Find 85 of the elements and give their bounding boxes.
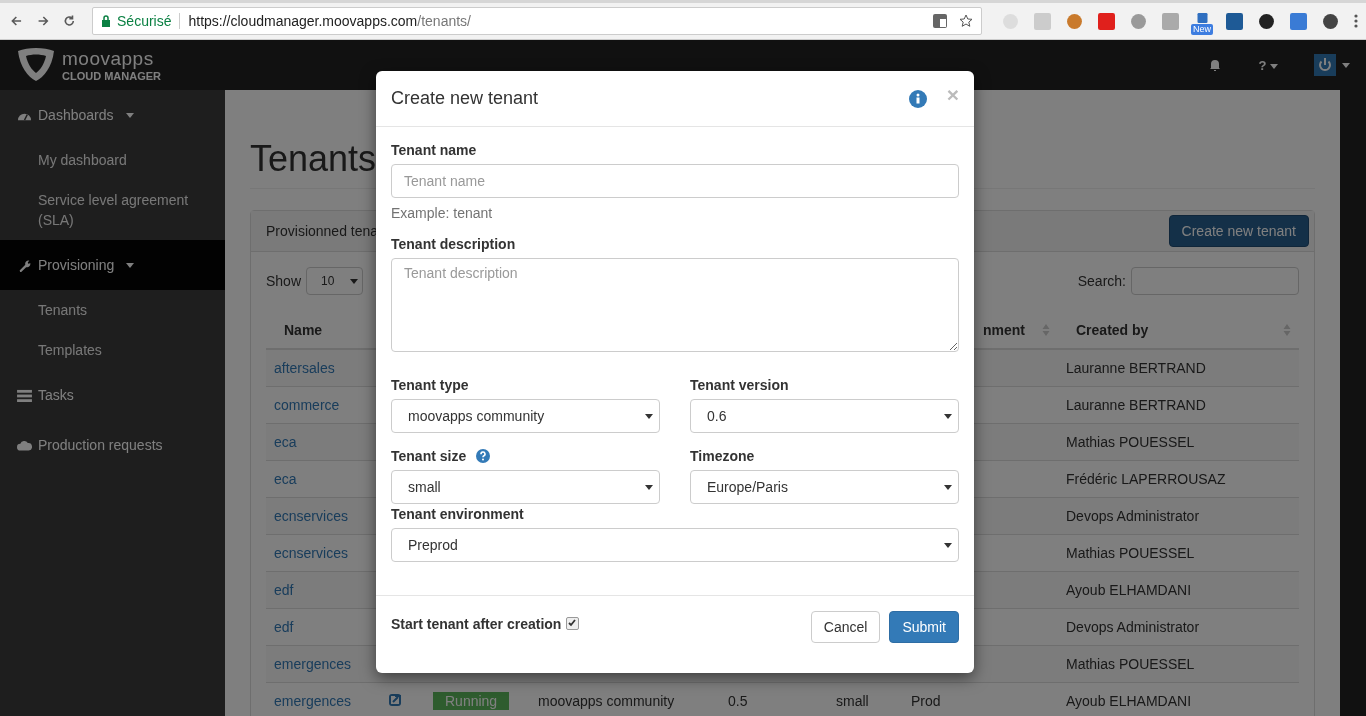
search-label: Search:	[1077, 273, 1126, 289]
table-cell: Lauranne BERTRAND	[1066, 397, 1206, 413]
start-option-label: Start tenant after creation	[391, 616, 562, 632]
tenant-link[interactable]: aftersales	[274, 360, 335, 376]
shield-logo-icon	[16, 47, 56, 83]
tenant-link[interactable]: edf	[274, 619, 294, 635]
submit-button[interactable]: Submit	[889, 611, 959, 643]
table-cell: Ayoub ELHAMDANI	[1066, 693, 1191, 709]
menu-icon[interactable]	[1354, 13, 1358, 29]
table-cell: Prod	[911, 693, 941, 709]
tenant-link[interactable]: commerce	[274, 397, 340, 413]
sidebar-item[interactable]: Tasks	[0, 370, 225, 420]
url-text: https://cloudmanager.moovapps.com/tenants/	[188, 13, 472, 29]
select-field[interactable]: Europe/Paris	[690, 470, 959, 504]
tenant-link[interactable]: ecnservices	[274, 545, 348, 561]
page-size-select[interactable]: 10	[306, 267, 364, 295]
table-cell: Mathias POUESSEL	[1066, 545, 1195, 561]
help-menu[interactable]: ?	[1258, 57, 1278, 73]
star-icon[interactable]	[959, 14, 973, 28]
bell-icon[interactable]	[1208, 58, 1223, 72]
reload-icon[interactable]	[63, 13, 76, 29]
translate-icon[interactable]	[933, 14, 947, 28]
help-icon[interactable]	[476, 449, 491, 463]
table-cell: Ayoub ELHAMDANI	[1066, 582, 1191, 598]
table-cell: Frédéric LAPERROUSAZ	[1066, 471, 1226, 487]
dialog-title: Create new tenant	[391, 88, 540, 109]
table-cell: 0.5	[728, 693, 748, 709]
sidebar-subitem[interactable]: My dashboard	[0, 140, 225, 180]
address-bar[interactable]: Sécurisé https://cloudmanager.moovapps.com/tenants/	[92, 7, 982, 35]
start-checkbox[interactable]	[566, 617, 580, 630]
column-header[interactable]: nment	[983, 322, 1025, 338]
select-field[interactable]: Preprod	[391, 528, 959, 562]
external-link-icon[interactable]	[388, 692, 402, 707]
wrench-icon	[17, 258, 32, 272]
field-label: Timezone	[690, 448, 755, 464]
status-badge: Running	[433, 692, 510, 710]
tenant-link[interactable]: emergences	[274, 693, 352, 709]
field-label: Tenant size	[391, 448, 467, 464]
tenant-description-field[interactable]: Tenant description	[391, 258, 959, 352]
cloud-icon	[17, 438, 32, 452]
table-cell: Mathias POUESSEL	[1066, 656, 1195, 672]
table-cell: moovapps community	[538, 693, 675, 709]
sidebar-subitem[interactable]: Service level agreement (SLA)	[0, 180, 225, 240]
table-cell: small	[836, 693, 869, 709]
field-label: Tenant type	[391, 377, 469, 393]
extension-icon[interactable]	[1226, 12, 1243, 30]
column-header[interactable]: Created by	[1076, 322, 1149, 338]
search-field[interactable]	[1131, 267, 1299, 295]
column-header[interactable]: Name	[284, 322, 323, 338]
show-label: Show	[266, 273, 302, 289]
extension-badge: New	[1191, 23, 1214, 35]
sidebar-item[interactable]: Production requests	[0, 420, 225, 470]
lock-icon	[101, 15, 111, 27]
sidebar-item[interactable]: Dashboards	[0, 90, 225, 140]
select-field[interactable]: moovapps community	[391, 399, 660, 433]
brand-subtitle: CLOUD MANAGER	[62, 70, 161, 82]
tenant-link[interactable]: emergences	[274, 656, 352, 672]
tenant-name-field[interactable]: Tenant name	[391, 164, 959, 198]
security-label: Sécurisé	[117, 13, 181, 29]
create-tenant-button[interactable]: Create new tenant	[1168, 215, 1309, 247]
table-cell: Mathias POUESSEL	[1066, 434, 1195, 450]
brand-name: moovapps	[62, 48, 155, 68]
cancel-button[interactable]: Cancel	[810, 611, 881, 643]
field-label: Tenant version	[690, 377, 789, 393]
tasks-icon	[17, 388, 32, 402]
field-label: Tenant environment	[391, 506, 524, 522]
info-icon[interactable]	[908, 89, 927, 108]
tenant-link[interactable]: eca	[274, 471, 297, 487]
field-help-text: Example: tenant	[391, 205, 494, 221]
table-cell: Lauranne BERTRAND	[1066, 360, 1206, 376]
sidebar-item[interactable]: Provisioning	[0, 240, 225, 290]
extension-icon[interactable]	[1258, 12, 1275, 30]
table-cell: Devops Administrator	[1066, 619, 1200, 635]
select-field[interactable]: small	[391, 470, 660, 504]
tenant-link[interactable]: ecnservices	[274, 508, 348, 524]
extension-icon[interactable]	[1322, 12, 1339, 30]
select-field[interactable]: 0.6	[690, 399, 959, 433]
power-button-icon[interactable]	[1314, 54, 1336, 76]
table-cell: Devops Administrator	[1066, 508, 1200, 524]
field-label: Tenant name	[391, 142, 477, 158]
tenant-link[interactable]: edf	[274, 582, 294, 598]
sidebar-subitem[interactable]: Templates	[0, 330, 225, 370]
sidebar-subitem[interactable]: Tenants	[0, 290, 225, 330]
field-label: Tenant description	[391, 236, 516, 252]
tenant-link[interactable]: eca	[274, 434, 297, 450]
